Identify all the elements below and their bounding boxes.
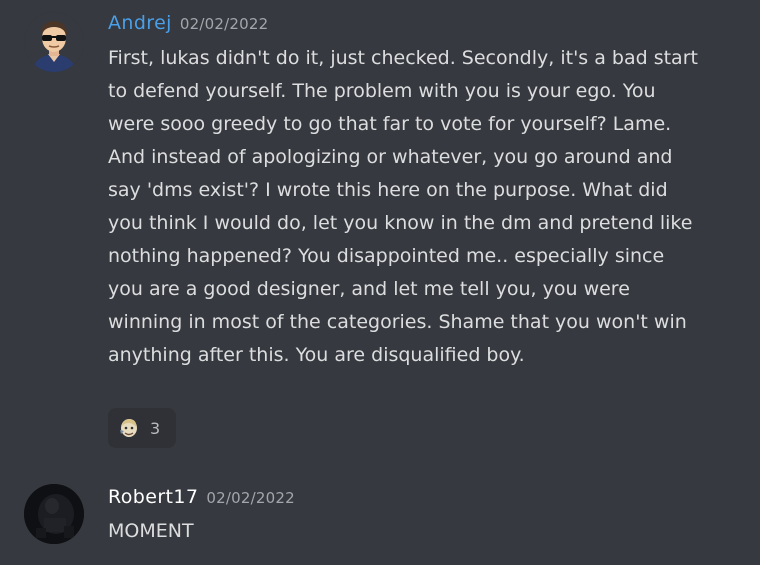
robert17-header: Robert17 02/02/2022 xyxy=(108,486,295,508)
andrej-timestamp: 02/02/2022 xyxy=(179,15,269,33)
dark-photo-avatar-icon xyxy=(24,484,84,544)
andrej-header: Andrej 02/02/2022 xyxy=(108,12,268,34)
robert17-timestamp: 02/02/2022 xyxy=(206,489,295,507)
custom-emoji-icon xyxy=(118,417,140,439)
robert17-message-text: MOMENT xyxy=(108,520,194,542)
robert17-avatar[interactable] xyxy=(24,484,84,544)
sunglasses-person-avatar-icon xyxy=(24,12,84,72)
andrej-username[interactable]: Andrej xyxy=(108,12,172,34)
andrej-reaction[interactable]: 3 xyxy=(108,408,176,448)
andrej-message-text: First, lukas didn't do it, just checked.… xyxy=(108,47,698,366)
robert17-username[interactable]: Robert17 xyxy=(108,486,198,508)
reaction-count: 3 xyxy=(150,418,161,438)
andrej-avatar[interactable] xyxy=(24,12,84,72)
